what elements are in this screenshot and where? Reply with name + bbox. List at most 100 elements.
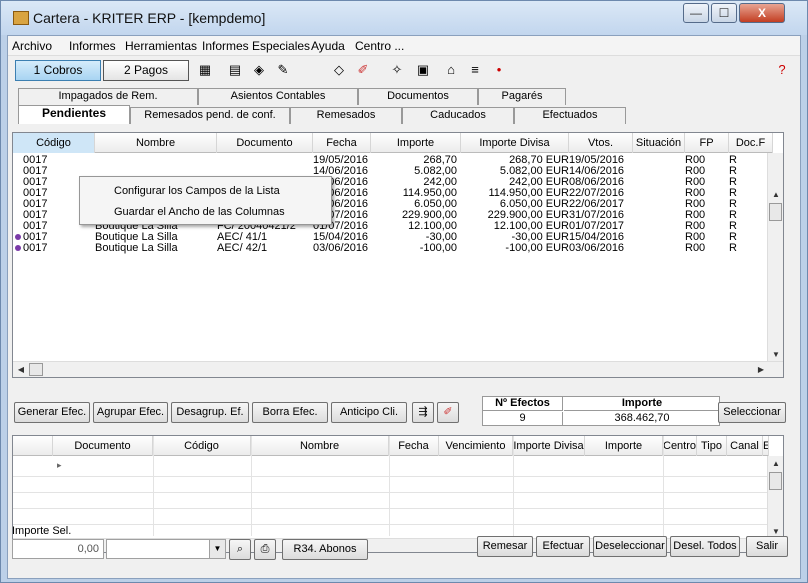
client-area: Archivo Informes Herramientas Informes E… (7, 35, 801, 579)
borrar-efectos-button[interactable]: Borra Efec. (252, 402, 328, 423)
scroll-up-arrow[interactable]: ▲ (768, 187, 783, 203)
tab-efectuados[interactable]: Efectuados (514, 107, 626, 124)
col-vtos[interactable]: Vtos. (569, 133, 633, 153)
menu-guardar-ancho[interactable]: Guardar el Ancho de las Columnas (114, 206, 285, 218)
menu-herramientas[interactable]: Herramientas (125, 39, 197, 53)
col-b-importe-divisa[interactable]: Importe Divisa (513, 436, 585, 456)
pen-icon[interactable]: ✐ (355, 62, 371, 78)
selected-grid-vscroll[interactable]: ▲ ▼ (767, 456, 783, 540)
menu-informes[interactable]: Informes (69, 39, 116, 53)
bug-icon[interactable]: • (491, 62, 507, 78)
chevron-down-icon[interactable]: ▼ (209, 540, 225, 558)
col-b-nombre[interactable]: Nombre (251, 436, 389, 456)
hscroll-thumb[interactable] (29, 363, 43, 376)
col-b-canal[interactable]: Canal (727, 436, 763, 456)
table-row[interactable]: 0017 Boutique La Silla AEC/ 42/1 03/06/2016… (13, 243, 758, 254)
preview-icon[interactable]: ⌕ (229, 539, 251, 560)
marker-icon[interactable]: ✐ (437, 402, 459, 423)
calculator-icon[interactable]: ▦ (197, 62, 213, 78)
tab-documentos[interactable]: Documentos (358, 88, 478, 105)
menu-archivo[interactable]: Archivo (12, 39, 52, 53)
pagos-button[interactable]: 2 Pagos (103, 60, 189, 81)
tab-remesados-pend[interactable]: Remesados pend. de conf. (130, 107, 290, 124)
col-situacion[interactable]: Situación (633, 133, 685, 153)
col-b-centro[interactable]: Centro (663, 436, 697, 456)
col-docf[interactable]: Doc.F (729, 133, 773, 153)
search-tool-icon[interactable]: ✧ (389, 62, 405, 78)
r34-abonos-button[interactable]: R34. Abonos (282, 539, 368, 560)
importe-sel-field[interactable]: 0,00 (12, 539, 104, 559)
scroll-thumb[interactable] (769, 472, 782, 490)
menu-configurar-campos[interactable]: Configurar los Campos de la Lista (114, 185, 280, 197)
link-icon[interactable]: ◈ (251, 62, 267, 78)
seleccionar-button[interactable]: Seleccionar (718, 402, 786, 423)
col-importe[interactable]: Importe (371, 133, 461, 153)
list-check-icon[interactable]: ≡ (467, 62, 483, 78)
filter-combo[interactable]: ▼ (106, 539, 226, 559)
grid-col-line (389, 436, 390, 536)
tab-impagados[interactable]: Impagados de Rem. (18, 88, 198, 105)
pending-grid: Código Nombre Documento Fecha Importe Im… (12, 132, 784, 378)
table-cell: R (729, 155, 737, 166)
maximize-button[interactable]: ☐ (711, 3, 737, 23)
close-button[interactable]: X (739, 3, 785, 23)
tabs-row-secondary: Impagados de Rem. Asientos Contables Doc… (18, 88, 778, 105)
folder-icon[interactable]: ⌂ (443, 62, 459, 78)
col-fp[interactable]: FP (685, 133, 729, 153)
col-b-importe[interactable]: Importe (585, 436, 663, 456)
efectos-value: 9 (483, 412, 563, 426)
col-indicator (13, 436, 53, 456)
menu-centro[interactable]: Centro ... (355, 39, 404, 53)
scroll-thumb[interactable] (769, 203, 782, 221)
col-nombre[interactable]: Nombre (95, 133, 217, 153)
tab-caducados[interactable]: Caducados (402, 107, 514, 124)
salir-button[interactable]: Salir (746, 536, 788, 557)
pending-grid-vscroll[interactable]: ▲ ▼ (767, 153, 783, 363)
desel-todos-button[interactable]: Desel. Todos (670, 536, 740, 557)
scroll-up-arrow[interactable]: ▲ (768, 456, 783, 472)
cobros-button[interactable]: 1 Cobros (15, 60, 101, 81)
anticipo-cliente-button[interactable]: Anticipo Cli. (331, 402, 407, 423)
table-cell: -100,00 EUR (505, 243, 569, 254)
table-cell: Boutique La Silla (95, 243, 178, 254)
col-b-vencimiento[interactable]: Vencimiento (439, 436, 513, 456)
table-cell: R00 (685, 243, 706, 254)
col-importe-divisa[interactable]: Importe Divisa (461, 133, 569, 153)
efectuar-button[interactable]: Efectuar (536, 536, 590, 557)
context-menu: Configurar los Campos de la Lista Guarda… (79, 176, 332, 225)
deseleccionar-button[interactable]: Deseleccionar (593, 536, 667, 557)
split-icon[interactable]: ⇶ (412, 402, 434, 423)
col-b-e[interactable]: E (763, 436, 769, 456)
col-b-documento[interactable]: Documento (53, 436, 153, 456)
agrupar-efectos-button[interactable]: Agrupar Efec. (93, 402, 168, 423)
tab-asientos[interactable]: Asientos Contables (198, 88, 358, 105)
help-icon[interactable]: ? (774, 62, 790, 78)
table-row[interactable]: 0017 19/05/2016 268,70 268,70 EUR 19/05/2016… (13, 155, 758, 166)
col-b-tipo[interactable]: Tipo (697, 436, 727, 456)
remesar-button[interactable]: Remesar (477, 536, 533, 557)
col-b-codigo[interactable]: Código (153, 436, 251, 456)
grid-line (13, 508, 769, 509)
clipboard-icon[interactable]: ▤ (227, 62, 243, 78)
col-fecha[interactable]: Fecha (313, 133, 371, 153)
scroll-right-arrow[interactable]: ▶ (753, 362, 769, 377)
col-codigo[interactable]: Código (13, 133, 95, 153)
table-row[interactable]: 0017 Boutique La Silla AEC/ 41/1 15/04/2016… (13, 232, 758, 243)
table-icon[interactable]: ▣ (415, 62, 431, 78)
tab-remesados[interactable]: Remesados (290, 107, 402, 124)
generar-efectos-button[interactable]: Generar Efec. (14, 402, 90, 423)
menu-informes-especiales[interactable]: Informes Especiales (202, 39, 310, 53)
print-icon[interactable]: ⎙ (254, 539, 276, 560)
tab-pagares[interactable]: Pagarés (478, 88, 566, 105)
desagrupar-efectos-button[interactable]: Desagrup. Ef. (171, 402, 249, 423)
edit-icon[interactable]: ✎ (275, 62, 291, 78)
table-cell: R00 (685, 210, 706, 221)
tab-pendientes[interactable]: Pendientes (18, 105, 130, 124)
menu-ayuda[interactable]: Ayuda (311, 39, 345, 53)
scroll-left-arrow[interactable]: ◀ (13, 362, 29, 377)
col-b-fecha[interactable]: Fecha (389, 436, 439, 456)
pending-grid-hscroll[interactable]: ◀ ▶ (13, 361, 783, 377)
minimize-button[interactable]: — (683, 3, 709, 23)
eraser-icon[interactable]: ◇ (331, 62, 347, 78)
col-documento[interactable]: Documento (217, 133, 313, 153)
